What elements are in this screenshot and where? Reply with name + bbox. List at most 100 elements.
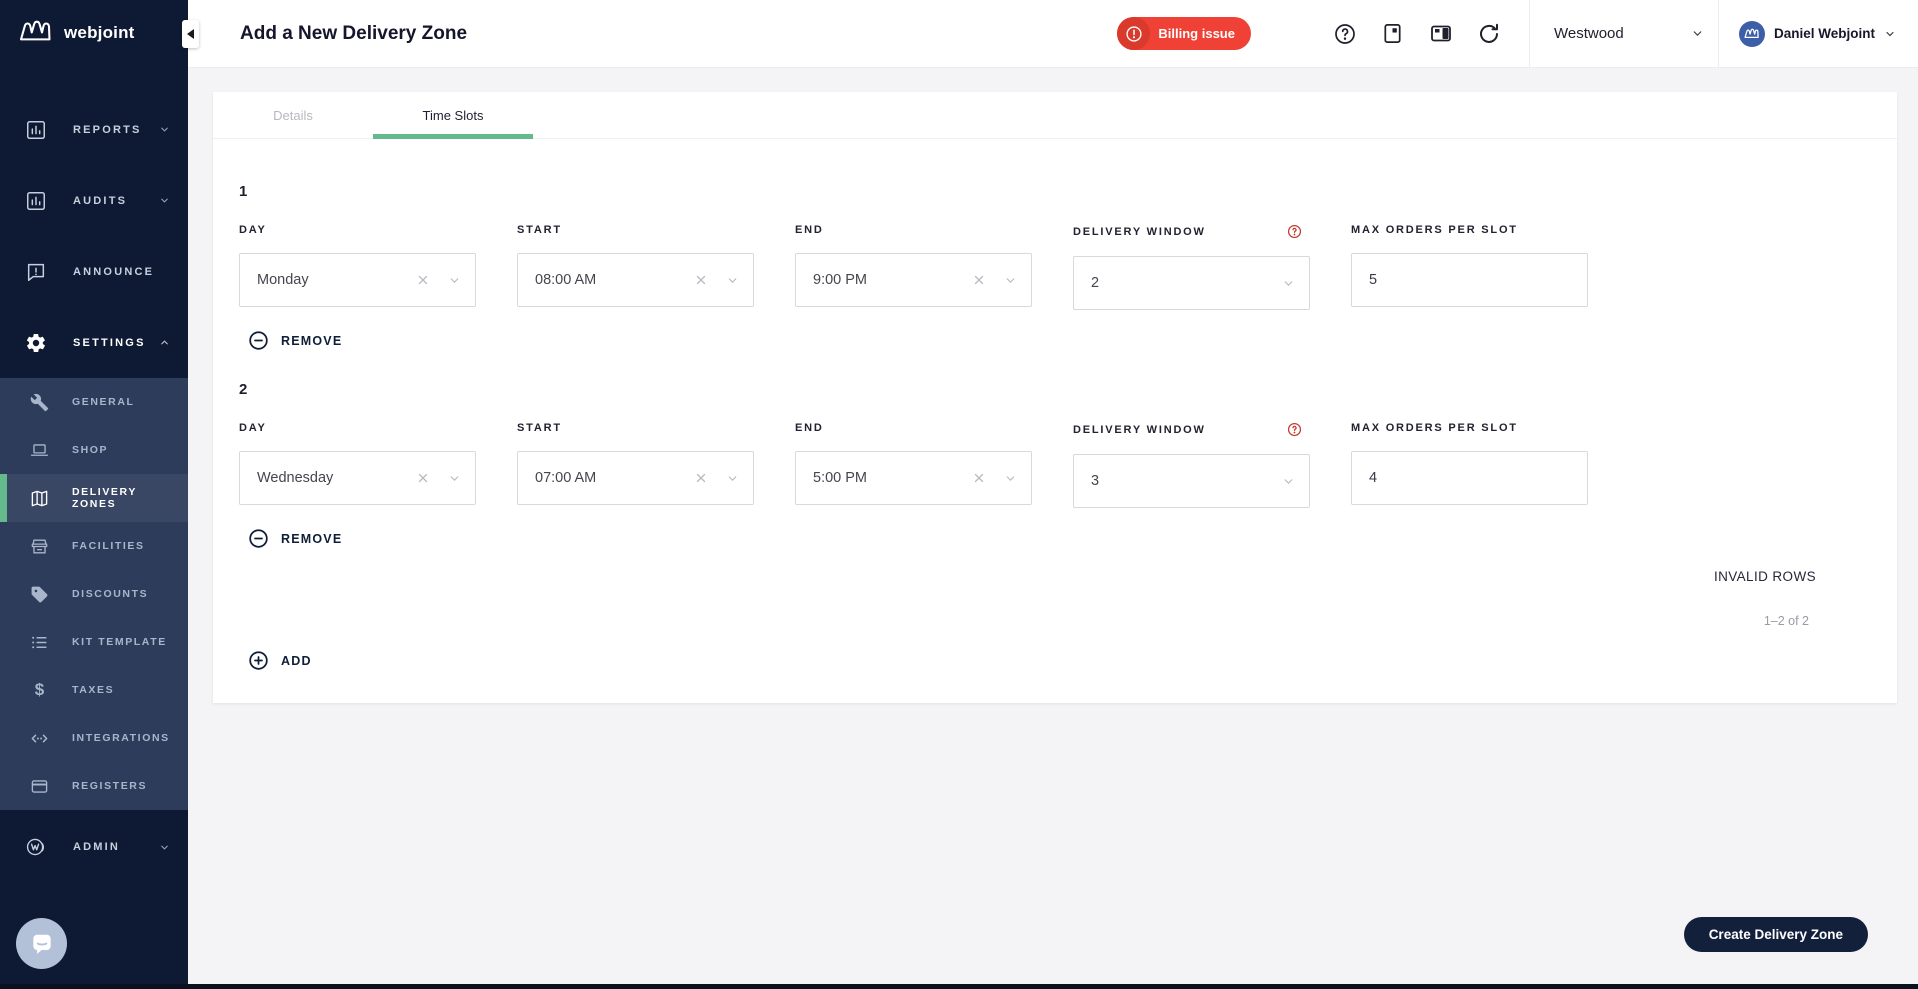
help-circle-icon	[1333, 22, 1357, 46]
remove-slot-button[interactable]: REMOVE	[248, 330, 342, 351]
delivery-window-value: 3	[1091, 473, 1282, 489]
sidebar-item-shop[interactable]: SHOP	[0, 426, 188, 474]
chevron-down-icon	[1884, 28, 1896, 40]
column-label: START	[517, 422, 754, 434]
clear-icon[interactable]	[694, 471, 708, 485]
bar-chart-icon	[25, 119, 47, 141]
clear-icon[interactable]	[972, 273, 986, 287]
sidebar-item-admin[interactable]: ADMIN	[0, 823, 188, 871]
column-label: MAX ORDERS PER SLOT	[1351, 224, 1588, 236]
delivery-window-select[interactable]: 2	[1073, 256, 1310, 310]
max-orders-input[interactable]	[1369, 470, 1573, 486]
day-select[interactable]: Wednesday	[239, 451, 476, 505]
sidebar-item-label: KIT TEMPLATE	[72, 636, 167, 648]
sidebar-item-label: DISCOUNTS	[72, 588, 148, 600]
sidebar-item-label: REGISTERS	[72, 780, 147, 792]
tab-details[interactable]: Details	[213, 92, 373, 138]
chevron-down-icon	[1004, 274, 1017, 287]
add-slot-button[interactable]: ADD	[248, 650, 312, 671]
laptop-icon	[30, 441, 49, 460]
end-column: END 9:00 PM	[795, 224, 1032, 310]
sidebar-nav: REPORTS AUDITS ANNOUNCE SETTINGS GENERAL…	[0, 94, 188, 871]
delivery-window-column: DELIVERY WINDOW 3	[1073, 422, 1310, 508]
header: Add a New Delivery Zone Billing issue We…	[188, 0, 1918, 68]
sidebar-item-facilities[interactable]: FACILITIES	[0, 522, 188, 570]
remove-label: REMOVE	[281, 532, 342, 546]
end-time-select[interactable]: 9:00 PM	[795, 253, 1032, 307]
column-label-text: DELIVERY WINDOW	[1073, 424, 1206, 436]
sidebar-item-registers[interactable]: REGISTERS	[0, 762, 188, 810]
whats-new-button[interactable]	[1381, 22, 1405, 46]
column-label: MAX ORDERS PER SLOT	[1351, 422, 1588, 434]
sidebar-item-taxes[interactable]: $ TAXES	[0, 666, 188, 714]
column-label: DAY	[239, 224, 476, 236]
chat-launcher-button[interactable]	[16, 918, 67, 969]
sidebar-item-delivery-zones[interactable]: DELIVERY ZONES	[0, 474, 188, 522]
end-time-select[interactable]: 5:00 PM	[795, 451, 1032, 505]
delivery-window-select[interactable]: 3	[1073, 454, 1310, 508]
start-time-select[interactable]: 08:00 AM	[517, 253, 754, 307]
chevron-down-icon	[726, 274, 739, 287]
sidebar-item-general[interactable]: GENERAL	[0, 378, 188, 426]
sidebar-item-label: GENERAL	[72, 396, 135, 408]
plus-circle-icon	[248, 650, 269, 671]
sidebar-item-integrations[interactable]: INTEGRATIONS	[0, 714, 188, 762]
refresh-button[interactable]	[1477, 22, 1501, 46]
chevron-down-icon	[159, 124, 170, 135]
day-select[interactable]: Monday	[239, 253, 476, 307]
clear-icon[interactable]	[416, 273, 430, 287]
remove-label: REMOVE	[281, 334, 342, 348]
billing-issue-badge[interactable]: Billing issue	[1117, 17, 1251, 50]
clear-icon[interactable]	[694, 273, 708, 287]
chevron-up-icon	[159, 337, 170, 348]
sidebar-item-label: REPORTS	[73, 124, 159, 136]
start-time-select[interactable]: 07:00 AM	[517, 451, 754, 505]
settings-submenu: GENERAL SHOP DELIVERY ZONES FACILITIES D…	[0, 378, 188, 810]
location-selector[interactable]: Westwood	[1536, 0, 1718, 67]
avatar	[1739, 21, 1765, 47]
user-name: Daniel Webjoint	[1774, 26, 1875, 41]
help-button[interactable]	[1333, 22, 1357, 46]
chevron-down-icon	[448, 274, 461, 287]
chevron-down-icon	[1282, 277, 1295, 290]
clear-icon[interactable]	[972, 471, 986, 485]
slot-number: 1	[239, 183, 1857, 200]
sidebar-item-settings[interactable]: SETTINGS	[0, 307, 188, 378]
sidebar-item-kit-template[interactable]: KIT TEMPLATE	[0, 618, 188, 666]
time-slots-form: 1 DAY Monday START 08:00 AM	[213, 139, 1897, 671]
sidebar-item-label: DELIVERY ZONES	[72, 486, 178, 510]
time-slot-row: 2 DAY Wednesday START 07:00 AM	[239, 381, 1857, 549]
list-icon	[30, 633, 49, 652]
sidebar-item-label: TAXES	[72, 684, 114, 696]
sidebar-item-announce[interactable]: ANNOUNCE	[0, 236, 188, 307]
circled-w-icon	[25, 836, 47, 858]
sidebar-item-audits[interactable]: AUDITS	[0, 165, 188, 236]
delivery-window-column: DELIVERY WINDOW 2	[1073, 224, 1310, 310]
time-slot-row: 1 DAY Monday START 08:00 AM	[239, 183, 1857, 351]
pagination-label: 1–2 of 2	[239, 614, 1857, 628]
wrench-icon	[30, 393, 49, 412]
column-label: DELIVERY WINDOW	[1073, 224, 1310, 239]
sidebar-item-label: SETTINGS	[73, 337, 159, 349]
billing-issue-label: Billing issue	[1158, 26, 1235, 41]
layout-button[interactable]	[1429, 22, 1453, 46]
help-circle-red-icon[interactable]	[1287, 224, 1302, 239]
start-time-value: 08:00 AM	[535, 272, 694, 288]
remove-slot-button[interactable]: REMOVE	[248, 528, 342, 549]
slot-number: 2	[239, 381, 1857, 398]
sidebar-item-label: ANNOUNCE	[73, 266, 170, 278]
max-orders-input[interactable]	[1369, 272, 1573, 288]
create-delivery-zone-button[interactable]: Create Delivery Zone	[1684, 917, 1868, 952]
user-menu[interactable]: Daniel Webjoint	[1719, 0, 1918, 67]
help-circle-red-icon[interactable]	[1287, 422, 1302, 437]
sidebar-item-label: AUDITS	[73, 195, 159, 207]
day-column: DAY Wednesday	[239, 422, 476, 508]
end-time-value: 9:00 PM	[813, 272, 972, 288]
sidebar-item-discounts[interactable]: DISCOUNTS	[0, 570, 188, 618]
clear-icon[interactable]	[416, 471, 430, 485]
tab-time-slots[interactable]: Time Slots	[373, 92, 533, 138]
code-icon	[30, 729, 49, 748]
sidebar-item-reports[interactable]: REPORTS	[0, 94, 188, 165]
max-orders-column: MAX ORDERS PER SLOT	[1351, 224, 1588, 310]
sidebar-collapse-button[interactable]	[182, 20, 199, 48]
